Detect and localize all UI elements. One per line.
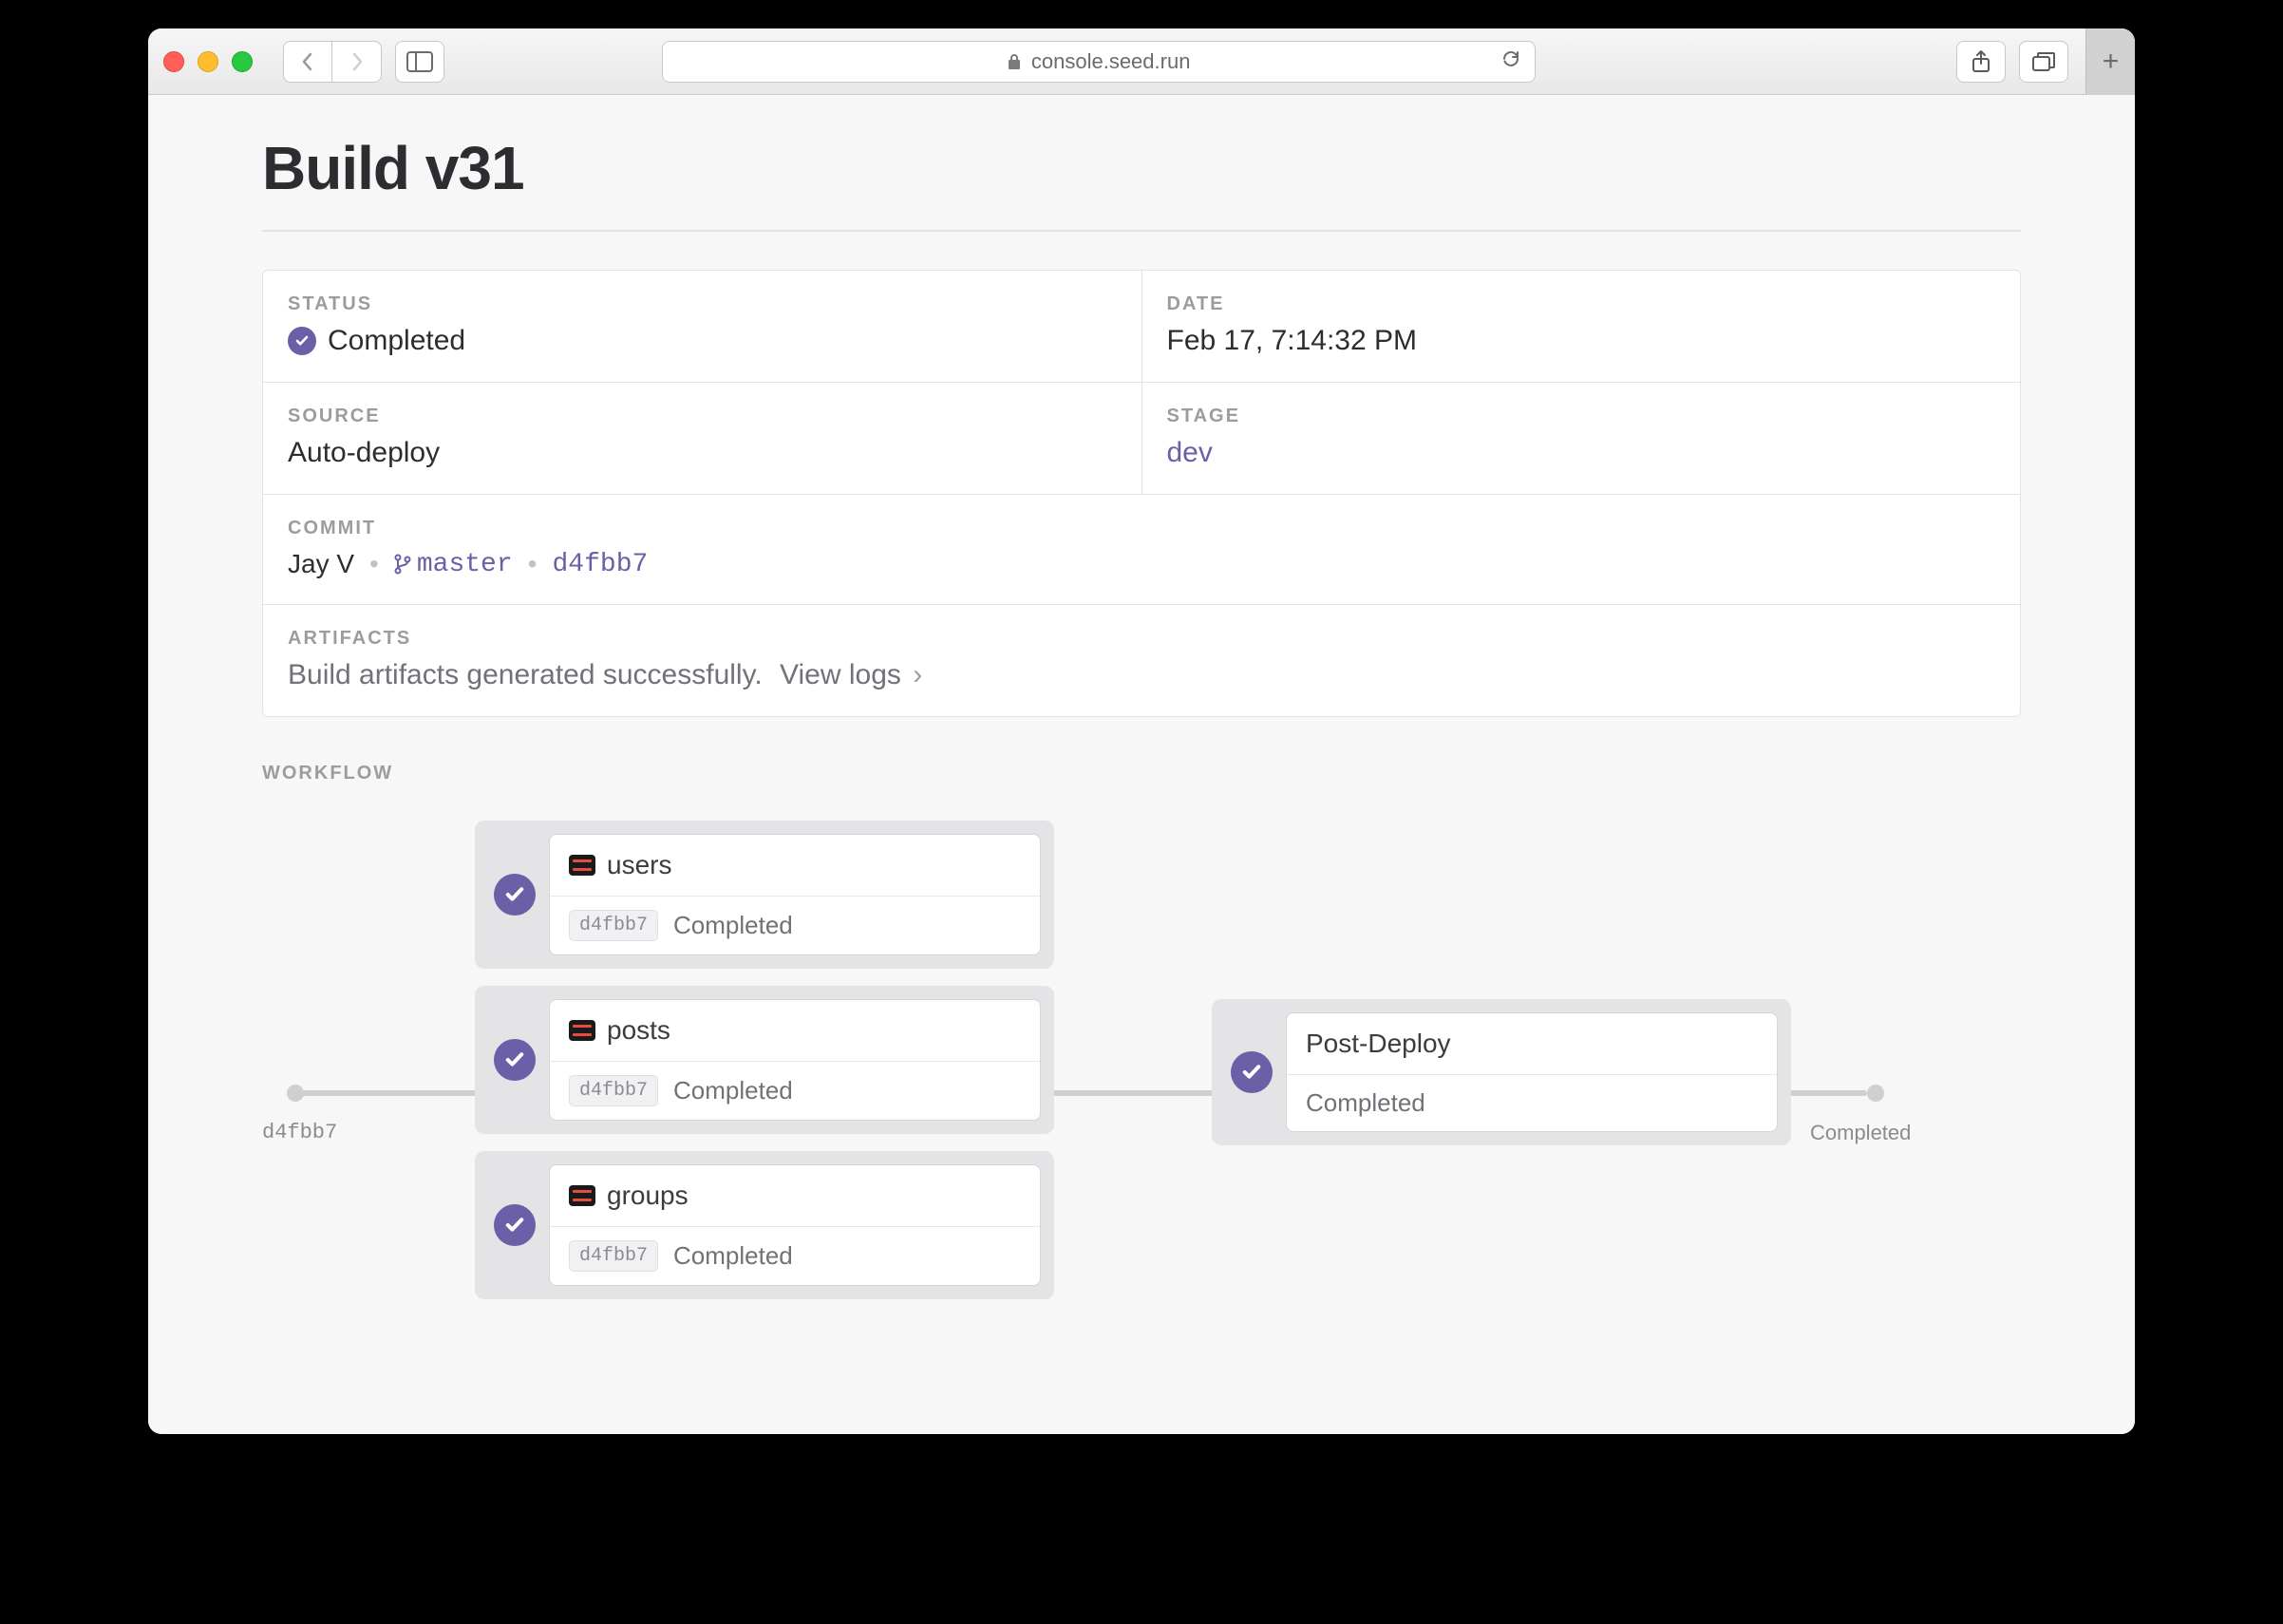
- service-status: Completed: [673, 1241, 793, 1271]
- pipeline-connector: [294, 1090, 494, 1096]
- postdeploy-name: Post-Deploy: [1306, 1029, 1451, 1059]
- git-branch-icon: [394, 553, 411, 576]
- divider: [262, 230, 2021, 232]
- minimize-window-button[interactable]: [198, 51, 218, 72]
- service-name: posts: [607, 1015, 670, 1046]
- browser-titlebar: console.seed.run +: [148, 28, 2135, 95]
- commit-sha-link[interactable]: d4fbb7: [552, 550, 648, 579]
- service-name: groups: [607, 1180, 689, 1211]
- sidebar-toggle-button[interactable]: [395, 41, 444, 83]
- share-button[interactable]: [1956, 41, 2006, 83]
- check-circle-icon: [494, 874, 536, 916]
- maximize-window-button[interactable]: [232, 51, 253, 72]
- stage-link[interactable]: dev: [1167, 437, 1996, 469]
- service-sha: d4fbb7: [569, 1075, 658, 1106]
- artifacts-label: ARTIFACTS: [288, 628, 1995, 650]
- source-cell: SOURCE Auto-deploy: [263, 383, 1142, 495]
- stack-icon: [569, 855, 595, 876]
- new-tab-button[interactable]: +: [2085, 28, 2135, 95]
- chevron-right-icon: ›: [905, 659, 922, 690]
- pipeline-end-label: Completed: [1810, 1121, 1911, 1145]
- address-bar[interactable]: console.seed.run: [662, 41, 1536, 83]
- date-label: DATE: [1167, 293, 1996, 315]
- source-label: SOURCE: [288, 406, 1117, 427]
- service-name: users: [607, 850, 671, 880]
- commit-author: Jay V: [288, 549, 354, 579]
- service-status: Completed: [673, 911, 793, 940]
- window-controls: [163, 51, 253, 72]
- check-circle-icon: [1231, 1051, 1273, 1093]
- service-status: Completed: [673, 1076, 793, 1105]
- workflow-postdeploy-column: Post-Deploy Completed: [1212, 999, 1791, 1162]
- postdeploy-status: Completed: [1306, 1088, 1425, 1118]
- commit-label: COMMIT: [288, 518, 1995, 539]
- separator-dot: •: [369, 549, 379, 579]
- commit-cell: COMMIT Jay V • master • d4fbb7: [263, 495, 2020, 605]
- postdeploy-card[interactable]: Post-Deploy Completed: [1212, 999, 1791, 1145]
- separator-dot: •: [528, 549, 538, 579]
- build-info-panel: STATUS Completed DATE Feb 17, 7:14:32 PM…: [262, 270, 2021, 717]
- artifacts-text: Build artifacts generated successfully.: [288, 659, 763, 690]
- view-logs-link[interactable]: View logs ›: [780, 659, 922, 690]
- tabs-button[interactable]: [2019, 41, 2068, 83]
- commit-branch-link[interactable]: master: [394, 550, 513, 579]
- page-title: Build v31: [262, 133, 2021, 203]
- check-circle-icon: [494, 1039, 536, 1081]
- source-value: Auto-deploy: [288, 437, 1117, 469]
- pipeline-start-node: [287, 1085, 304, 1102]
- nav-buttons: [283, 41, 382, 83]
- page-content: Build v31 STATUS Completed DATE Feb 17, …: [148, 95, 2135, 1434]
- stage-label: STAGE: [1167, 406, 1996, 427]
- service-card-users[interactable]: users d4fbb7 Completed: [475, 821, 1054, 969]
- workflow-services-column: users d4fbb7 Completed posts d4fbb7 Comple…: [475, 821, 1054, 1316]
- lock-icon: [1007, 52, 1022, 71]
- status-label: STATUS: [288, 293, 1117, 315]
- stack-icon: [569, 1020, 595, 1041]
- refresh-button[interactable]: [1500, 48, 1521, 75]
- artifacts-cell: ARTIFACTS Build artifacts generated succ…: [263, 605, 2020, 716]
- check-circle-icon: [288, 327, 316, 355]
- date-cell: DATE Feb 17, 7:14:32 PM: [1142, 271, 2021, 383]
- close-window-button[interactable]: [163, 51, 184, 72]
- pipeline-end-node: [1867, 1085, 1884, 1102]
- status-cell: STATUS Completed: [263, 271, 1142, 383]
- status-value: Completed: [328, 325, 465, 357]
- browser-window: console.seed.run + Build v31 STATUS: [148, 28, 2135, 1434]
- service-sha: d4fbb7: [569, 1240, 658, 1272]
- address-url: console.seed.run: [1031, 49, 1191, 74]
- pipeline-start-label: d4fbb7: [262, 1121, 337, 1144]
- check-circle-icon: [494, 1204, 536, 1246]
- date-value: Feb 17, 7:14:32 PM: [1167, 325, 1996, 357]
- service-sha: d4fbb7: [569, 910, 658, 941]
- stack-icon: [569, 1185, 595, 1206]
- forward-button[interactable]: [332, 41, 382, 83]
- back-button[interactable]: [283, 41, 332, 83]
- workflow-diagram: d4fbb7 Completed users d4fbb7 Completed p…: [262, 821, 2021, 1314]
- stage-cell: STAGE dev: [1142, 383, 2021, 495]
- service-card-posts[interactable]: posts d4fbb7 Completed: [475, 986, 1054, 1134]
- service-card-groups[interactable]: groups d4fbb7 Completed: [475, 1151, 1054, 1299]
- workflow-label: WORKFLOW: [262, 763, 2021, 784]
